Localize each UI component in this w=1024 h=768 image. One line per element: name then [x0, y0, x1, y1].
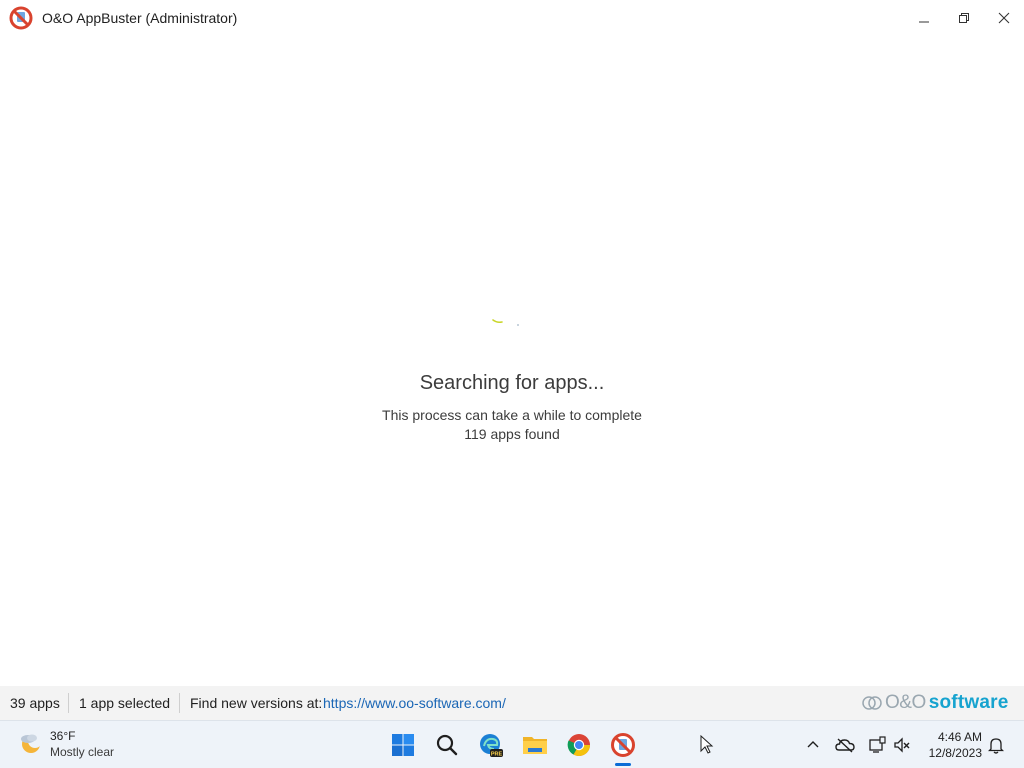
- brand-software-text: software: [928, 692, 1009, 713]
- network-tray-icon[interactable]: [866, 734, 888, 756]
- taskbar-search-button[interactable]: [429, 727, 465, 763]
- moon-cloud-icon: [17, 729, 45, 757]
- close-icon: [998, 12, 1010, 24]
- no-entry-icon: [9, 6, 33, 30]
- bell-icon: [988, 738, 1004, 754]
- restore-icon: [959, 13, 969, 23]
- show-hidden-icons-button[interactable]: [802, 734, 824, 756]
- minimize-icon: [919, 21, 929, 23]
- weather-temperature: 36°F: [50, 729, 76, 743]
- search-icon: [436, 734, 458, 756]
- chrome-icon: [567, 734, 590, 756]
- taskbar-chrome[interactable]: [561, 727, 597, 763]
- restore-button[interactable]: [944, 0, 984, 36]
- minimize-button[interactable]: [904, 0, 944, 36]
- mouse-cursor-icon: [700, 734, 714, 755]
- main-content: [0, 36, 1024, 686]
- svg-text:PRE: PRE: [491, 751, 503, 757]
- edge-preview-icon: PRE: [480, 734, 503, 757]
- taskbar-start-button[interactable]: [385, 727, 421, 763]
- taskbar-file-explorer[interactable]: [517, 727, 553, 763]
- folder-icon: [523, 737, 547, 754]
- clock-time: 4:46 AM: [937, 730, 982, 744]
- volume-tray-icon[interactable]: [891, 734, 913, 756]
- brand-oo-text: O&O: [885, 692, 926, 713]
- oo-logo-icon: [862, 696, 882, 710]
- clock-date: 12/8/2023: [928, 746, 982, 760]
- weather-description: Mostly clear: [50, 745, 115, 759]
- page-heading: Searching for apps...: [419, 372, 605, 394]
- apps-found-count: 119 apps found: [464, 426, 560, 442]
- taskbar-edge-preview[interactable]: PRE: [473, 727, 509, 763]
- website-link[interactable]: https://www.oo-software.com/: [323, 695, 506, 711]
- progress-subtext: This process can take a while to complet…: [382, 407, 642, 423]
- close-button[interactable]: [984, 0, 1024, 36]
- status-divider: [68, 693, 69, 713]
- active-app-indicator: [615, 763, 631, 766]
- chevron-up-icon: [807, 741, 819, 748]
- window-title: O&O AppBuster (Administrator): [42, 10, 238, 26]
- no-entry-icon: [611, 733, 635, 757]
- onedrive-tray-icon[interactable]: [834, 734, 856, 756]
- network-icon: [869, 736, 886, 753]
- taskbar: 36°F Mostly clear PRE 4:46 AM 12/8/2023: [0, 720, 1024, 768]
- find-versions-label: Find new versions at:: [190, 695, 323, 711]
- taskbar-appbuster[interactable]: [605, 727, 641, 763]
- status-bar: 39 apps 1 app selected Find new versions…: [0, 686, 1024, 720]
- oo-software-logo: O&O software: [862, 692, 1008, 714]
- loading-spinner-icon: [488, 310, 528, 332]
- selected-count: 1 app selected: [79, 695, 171, 711]
- notifications-button[interactable]: [985, 734, 1007, 756]
- title-bar: O&O AppBuster (Administrator): [0, 0, 1024, 36]
- status-divider: [179, 693, 180, 713]
- cloud-offline-icon: [835, 738, 855, 753]
- apps-count: 39 apps: [10, 695, 60, 711]
- volume-muted-icon: [894, 737, 910, 753]
- windows-start-icon: [392, 734, 414, 756]
